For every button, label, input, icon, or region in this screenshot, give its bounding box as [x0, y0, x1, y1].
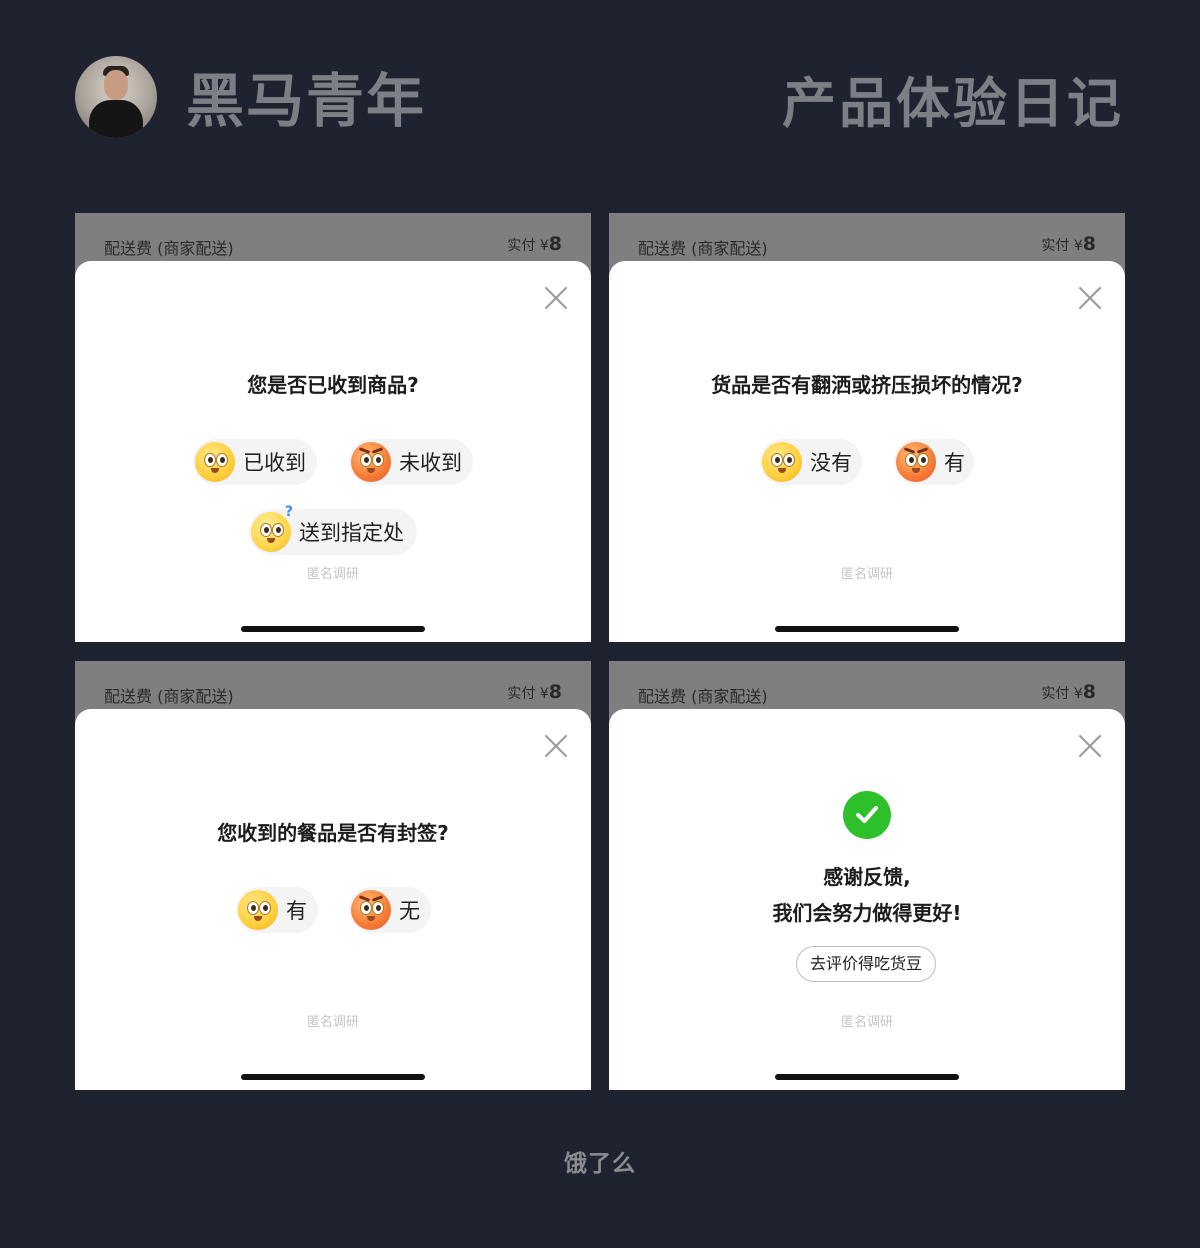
app-name-caption: 饿了么 [564, 1151, 636, 1177]
option-received-button[interactable]: 已收到 [193, 439, 317, 485]
close-icon[interactable] [1077, 285, 1103, 311]
angry-emoji-icon [351, 442, 391, 482]
option-has-damage-button[interactable]: 有 [894, 439, 974, 485]
avatar [75, 56, 157, 138]
survey-question: 您是否已收到商品? [247, 373, 419, 397]
option-has-seal-button[interactable]: 有 [236, 887, 318, 933]
survey-sheet: 您是否已收到商品? 已收到 未收到 ? 送到指定处 匿名调研 [75, 261, 591, 642]
delivery-fee-label: 配送费 (商家配送) [104, 239, 234, 258]
angry-emoji-icon [896, 442, 936, 482]
close-icon[interactable] [1077, 733, 1103, 759]
thanks-message-line2: 我们会努力做得更好! [772, 901, 962, 925]
paid-amount: 实付 ¥8 [507, 233, 562, 255]
brand-title: 黑马青年 [186, 67, 427, 135]
home-indicator [775, 1074, 959, 1080]
series-title: 产品体验日记 [782, 72, 1124, 135]
header: 黑马青年 产品体验日记 [0, 0, 1200, 190]
survey-sheet: 货品是否有翻洒或挤压损坏的情况? 没有 有 匿名调研 [609, 261, 1125, 642]
option-delivered-elsewhere-button[interactable]: ? 送到指定处 [249, 504, 417, 555]
survey-question: 货品是否有翻洒或挤压损坏的情况? [711, 373, 1023, 397]
anonymous-survey-label: 匿名调研 [840, 1015, 893, 1030]
success-check-icon [843, 791, 891, 839]
survey-sheet: 感谢反馈, 我们会努力做得更好! 去评价得吃货豆 匿名调研 [609, 709, 1125, 1090]
paid-amount: 实付 ¥8 [507, 681, 562, 703]
home-indicator [241, 1074, 425, 1080]
paid-amount: 实付 ¥8 [1041, 233, 1096, 255]
option-not-received-button[interactable]: 未收到 [349, 439, 473, 485]
angry-emoji-icon [351, 890, 391, 930]
close-icon[interactable] [543, 285, 569, 311]
paid-amount: 实付 ¥8 [1041, 681, 1096, 703]
confused-emoji-icon: ? [251, 504, 293, 552]
close-icon[interactable] [543, 733, 569, 759]
anonymous-survey-label: 匿名调研 [306, 567, 359, 582]
delivery-fee-label: 配送费 (商家配送) [104, 687, 234, 706]
order-fee-bar: 配送费 (商家配送) 实付 ¥8 [75, 213, 591, 261]
delivery-fee-label: 配送费 (商家配送) [638, 687, 768, 706]
home-indicator [775, 626, 959, 632]
survey-sheet: 您收到的餐品是否有封签? 有 无 匿名调研 [75, 709, 591, 1090]
anonymous-survey-label: 匿名调研 [306, 1015, 359, 1030]
order-fee-bar: 配送费 (商家配送) 实付 ¥8 [609, 661, 1125, 709]
survey-card-seal: 配送费 (商家配送) 实付 ¥8 您收到的餐品是否有封签? 有 无 匿名调研 [75, 661, 591, 1090]
rate-for-beans-button[interactable]: 去评价得吃货豆 [796, 946, 936, 982]
survey-card-thanks: 配送费 (商家配送) 实付 ¥8 感谢反馈, 我们会努力做得更好! 去评价得吃货… [609, 661, 1125, 1090]
survey-question: 您收到的餐品是否有封签? [217, 821, 449, 845]
order-fee-bar: 配送费 (商家配送) 实付 ¥8 [75, 661, 591, 709]
survey-card-damage: 配送费 (商家配送) 实付 ¥8 货品是否有翻洒或挤压损坏的情况? 没有 有 匿… [609, 213, 1125, 642]
happy-emoji-icon [238, 890, 278, 930]
happy-emoji-icon [195, 442, 235, 482]
option-no-damage-button[interactable]: 没有 [760, 439, 862, 485]
thanks-message-line1: 感谢反馈, [823, 865, 911, 889]
home-indicator [241, 626, 425, 632]
order-fee-bar: 配送费 (商家配送) 实付 ¥8 [609, 213, 1125, 261]
delivery-fee-label: 配送费 (商家配送) [638, 239, 768, 258]
anonymous-survey-label: 匿名调研 [840, 567, 893, 582]
happy-emoji-icon [762, 442, 802, 482]
survey-card-received: 配送费 (商家配送) 实付 ¥8 您是否已收到商品? 已收到 未收到 ? 送到指… [75, 213, 591, 642]
option-no-seal-button[interactable]: 无 [349, 887, 431, 933]
